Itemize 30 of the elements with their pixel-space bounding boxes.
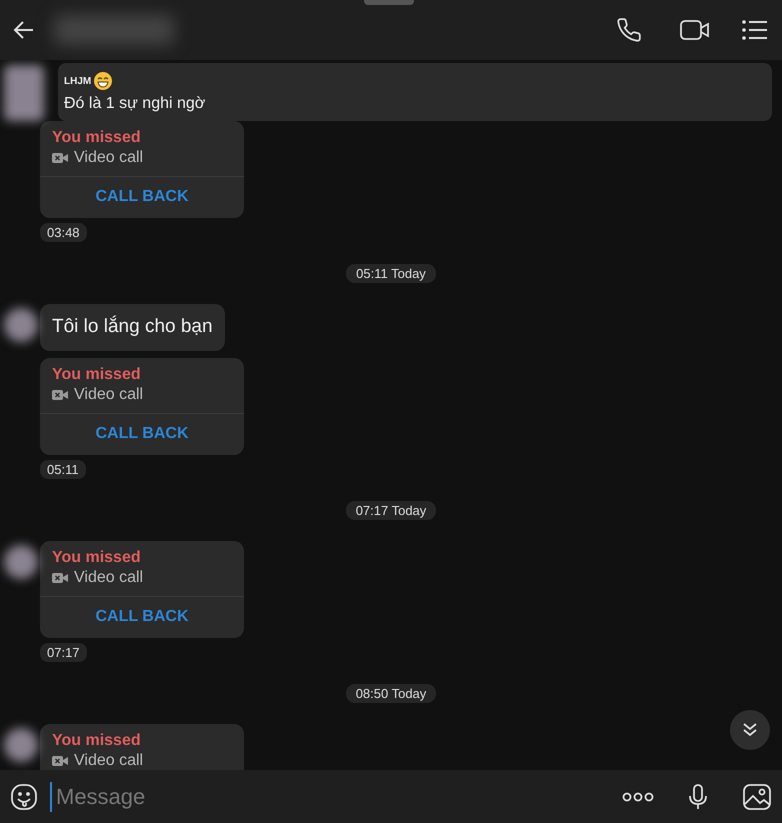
call-type-label: Video call xyxy=(74,569,144,587)
date-divider: 07:17 Today xyxy=(346,501,436,520)
video-camera-cross-icon xyxy=(52,572,68,584)
message-bubble: Tôi lo lắng cho bạn xyxy=(40,304,225,351)
call-type-label: Video call xyxy=(74,386,144,404)
message-time: 03:48 xyxy=(40,223,87,242)
call-back-button[interactable]: CALL BACK xyxy=(40,596,244,638)
video-camera-cross-icon xyxy=(52,152,68,164)
message-text: Đó là 1 sự nghi ngờ xyxy=(64,95,206,113)
sender-name: LHJM xyxy=(64,76,92,86)
message-composer-bar[interactable]: Message xyxy=(0,770,782,823)
missed-call-title: You missed xyxy=(51,365,142,384)
message-time: 05:11 xyxy=(40,460,86,479)
message-input[interactable]: Message xyxy=(50,782,610,812)
grinning-face-icon xyxy=(93,71,114,91)
double-chevron-down-icon xyxy=(741,722,759,738)
video-camera-cross-icon xyxy=(52,755,68,767)
missed-call-title: You missed xyxy=(51,731,142,750)
date-divider: 08:50 Today xyxy=(346,684,436,703)
scroll-down-button[interactable] xyxy=(730,710,770,750)
video-camera-cross-icon xyxy=(52,389,68,401)
date-divider: 05:11 Today xyxy=(346,264,436,283)
message-time: 07:17 xyxy=(40,643,87,662)
drag-handle[interactable] xyxy=(364,0,414,5)
missed-call-title: You missed xyxy=(51,548,142,567)
call-back-button[interactable]: CALL BACK xyxy=(40,176,244,218)
missed-call-title: You missed xyxy=(51,128,142,147)
call-back-button[interactable]: CALL BACK xyxy=(40,413,244,455)
call-type-label: Video call xyxy=(74,752,144,770)
call-type-label: Video call xyxy=(74,149,144,167)
